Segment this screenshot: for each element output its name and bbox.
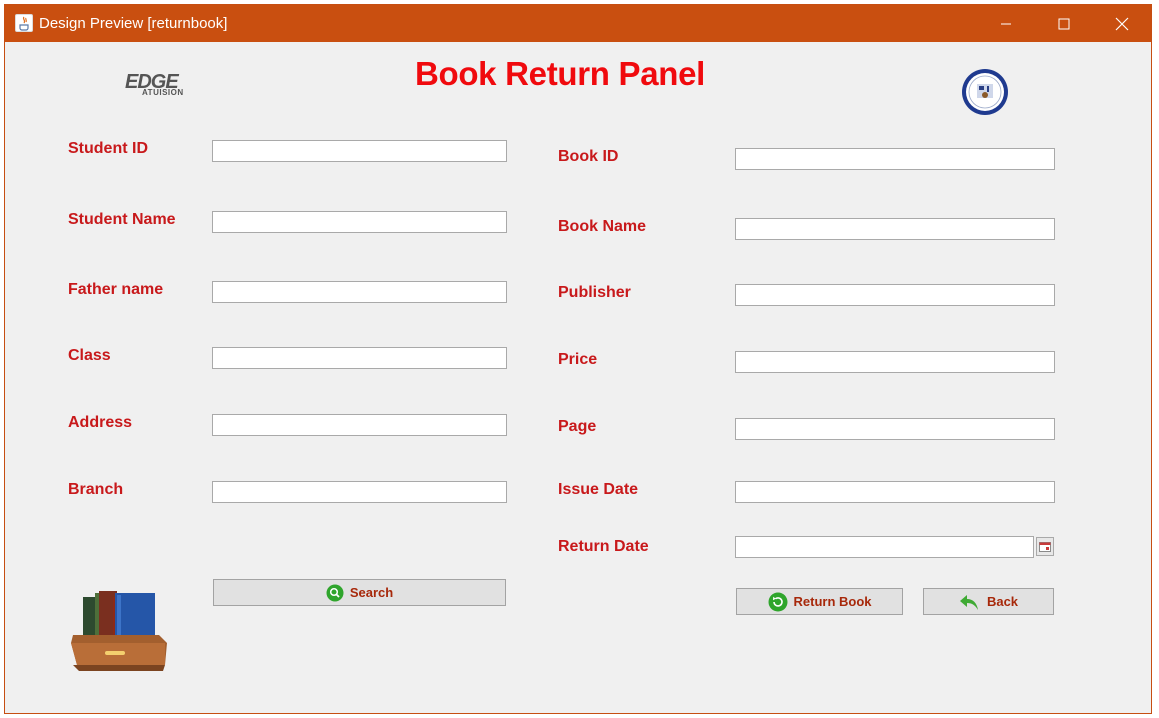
- minimize-icon: [1001, 23, 1011, 24]
- search-button[interactable]: Search: [213, 579, 506, 606]
- return-icon: [768, 592, 787, 611]
- minimize-button[interactable]: [977, 5, 1035, 42]
- java-app-icon: [15, 14, 33, 32]
- back-arrow-icon: [959, 594, 978, 610]
- address-input[interactable]: [212, 414, 507, 436]
- issue-date-input[interactable]: [735, 481, 1055, 503]
- calendar-icon: [1039, 541, 1051, 552]
- branch-input[interactable]: [212, 481, 507, 503]
- return-book-button[interactable]: Return Book: [736, 588, 903, 615]
- student-name-label: Student Name: [68, 211, 176, 228]
- emblem-logo: [962, 69, 1008, 115]
- back-button[interactable]: Back: [923, 588, 1054, 615]
- app-window: Design Preview [returnbook] EDGE ATUISIO…: [4, 4, 1152, 714]
- class-input[interactable]: [212, 347, 507, 369]
- address-label: Address: [68, 414, 133, 431]
- book-name-input[interactable]: [735, 218, 1055, 240]
- date-picker-button[interactable]: [1036, 537, 1054, 556]
- branch-label: Branch: [68, 481, 124, 498]
- close-icon: [1115, 17, 1129, 30]
- father-name-label: Father name: [68, 281, 164, 298]
- publisher-label: Publisher: [558, 284, 631, 301]
- maximize-button[interactable]: [1035, 5, 1093, 42]
- close-button[interactable]: [1093, 5, 1151, 42]
- student-id-input[interactable]: [212, 140, 507, 162]
- search-icon: [326, 584, 344, 601]
- search-button-label: Search: [349, 585, 394, 600]
- books-icon: [71, 591, 167, 671]
- window-title: Design Preview [returnbook]: [39, 15, 228, 32]
- return-date-input[interactable]: [735, 536, 1034, 558]
- return-date-label: Return Date: [558, 538, 649, 555]
- class-label: Class: [68, 347, 111, 364]
- maximize-icon: [1058, 18, 1070, 29]
- page-title: Book Return Panel: [414, 55, 706, 92]
- return-book-label: Return Book: [793, 594, 872, 609]
- book-name-label: Book Name: [558, 218, 647, 235]
- title-bar[interactable]: Design Preview [returnbook]: [5, 5, 1151, 42]
- publisher-input[interactable]: [735, 284, 1055, 306]
- price-label: Price: [558, 351, 598, 368]
- page-label: Page: [558, 418, 597, 435]
- page-input[interactable]: [735, 418, 1055, 440]
- book-id-label: Book ID: [558, 148, 619, 165]
- price-input[interactable]: [735, 351, 1055, 373]
- student-id-label: Student ID: [68, 140, 148, 157]
- student-name-input[interactable]: [212, 211, 507, 233]
- father-name-input[interactable]: [212, 281, 507, 303]
- back-button-label: Back: [986, 594, 1019, 609]
- issue-date-label: Issue Date: [558, 481, 639, 498]
- book-id-input[interactable]: [735, 148, 1055, 170]
